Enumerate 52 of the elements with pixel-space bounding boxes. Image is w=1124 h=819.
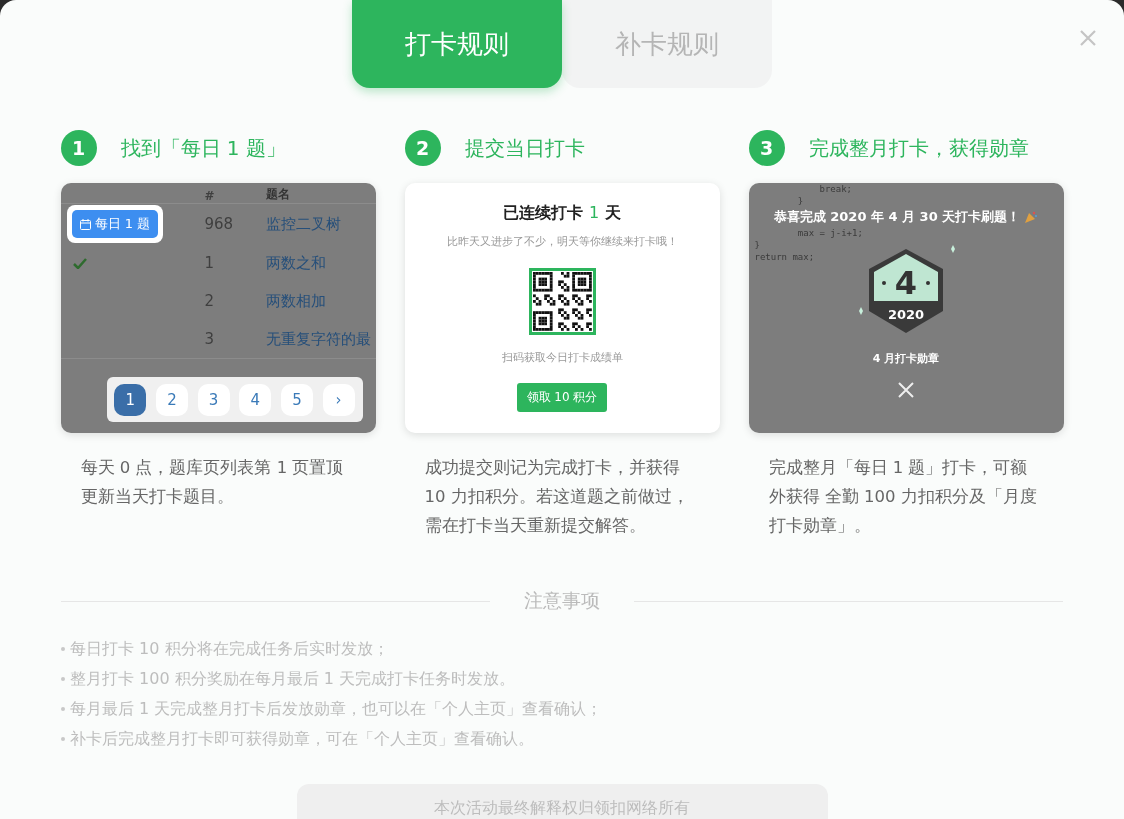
problem-title[interactable]: 两数相加: [265, 291, 326, 311]
page-button[interactable]: ›: [322, 383, 355, 416]
step-title: 完成整月打卡，获得勋章: [808, 134, 1029, 162]
code-line: }: [753, 239, 760, 251]
column-header: #: [204, 189, 216, 203]
column-header: 题名: [265, 186, 290, 203]
note-text: 补卡后完成整月打卡即可获得勋章，可在「个人主页」查看确认。: [70, 728, 534, 750]
problem-number: 968: [204, 215, 235, 233]
congrats-text: 恭喜完成 2020 年 4 月 30 天打卡刷题！: [773, 208, 1021, 226]
note-text: 每日打卡 10 积分将在完成任务后实时发放；: [70, 638, 389, 660]
code-line: }: [796, 195, 804, 207]
qr-caption: 扫码获取今日打卡成绩单: [501, 350, 623, 365]
bullet-icon: [61, 677, 65, 681]
bullet-icon: [61, 737, 65, 741]
page-button[interactable]: 1: [114, 383, 147, 416]
problem-number: 2: [204, 292, 216, 310]
encouragement-text: 比昨天又进步了不少，明天等你继续来打卡哦！: [446, 234, 678, 249]
qr-code-icon: [528, 268, 596, 335]
code-line: return max;: [753, 251, 815, 263]
tab[interactable]: 补卡规则: [562, 0, 772, 88]
step-description: 每天 0 点，题库页列表第 1 页置顶更新当天打卡题目。: [80, 457, 345, 508]
tab[interactable]: 打卡规则: [352, 0, 562, 88]
page-button[interactable]: 5: [280, 383, 313, 416]
step-description: 成功提交则记为完成打卡，并获得 10 力扣积分。若这道题之前做过，需在打卡当天重新提交解答。: [424, 457, 690, 537]
claim-points-button[interactable]: 领取 10 积分: [516, 383, 608, 412]
note-text: 每月最后 1 天完成整月打卡后发放勋章，也可以在「个人主页」查看确认；: [70, 698, 603, 720]
bullet-icon: [61, 647, 65, 651]
party-popper-icon: [1024, 210, 1039, 224]
step-title: 找到「每日 1 题」: [120, 134, 286, 162]
streak-headline: 已连续打卡 1 天: [503, 203, 621, 224]
step-number: 3: [748, 130, 785, 166]
page-button[interactable]: 3: [197, 383, 230, 416]
problem-number: 3: [204, 330, 216, 348]
medal-caption: 4 月打卡勋章: [872, 351, 940, 366]
daily-problem-label: 每日 1 题: [94, 215, 151, 233]
bullet-icon: [61, 707, 65, 711]
calendar-icon: [79, 218, 91, 230]
step-description: 完成整月「每日 1 题」打卡，可额外获得 全勤 100 力扣积分及「月度打卡勋章」。: [768, 457, 1038, 537]
step-number: 2: [404, 130, 441, 166]
problem-title[interactable]: 无重复字符的最: [265, 329, 371, 349]
page-button[interactable]: 2: [156, 383, 188, 416]
code-line: max = j-i+1;: [796, 227, 863, 239]
daily-problem-tag[interactable]: 每日 1 题: [71, 210, 159, 238]
notes-title: 注意事项: [524, 588, 600, 613]
problem-title[interactable]: 两数之和: [265, 253, 326, 273]
code-line: break;: [818, 183, 853, 195]
step-title: 提交当日打卡: [464, 134, 585, 162]
page-button[interactable]: 4: [239, 383, 272, 416]
problem-title[interactable]: 监控二叉树: [265, 214, 341, 234]
problem-number: 1: [204, 254, 216, 272]
note-text: 整月打卡 100 积分奖励在每月最后 1 天完成打卡任务时发放。: [70, 668, 516, 690]
step-number: 1: [60, 130, 97, 166]
